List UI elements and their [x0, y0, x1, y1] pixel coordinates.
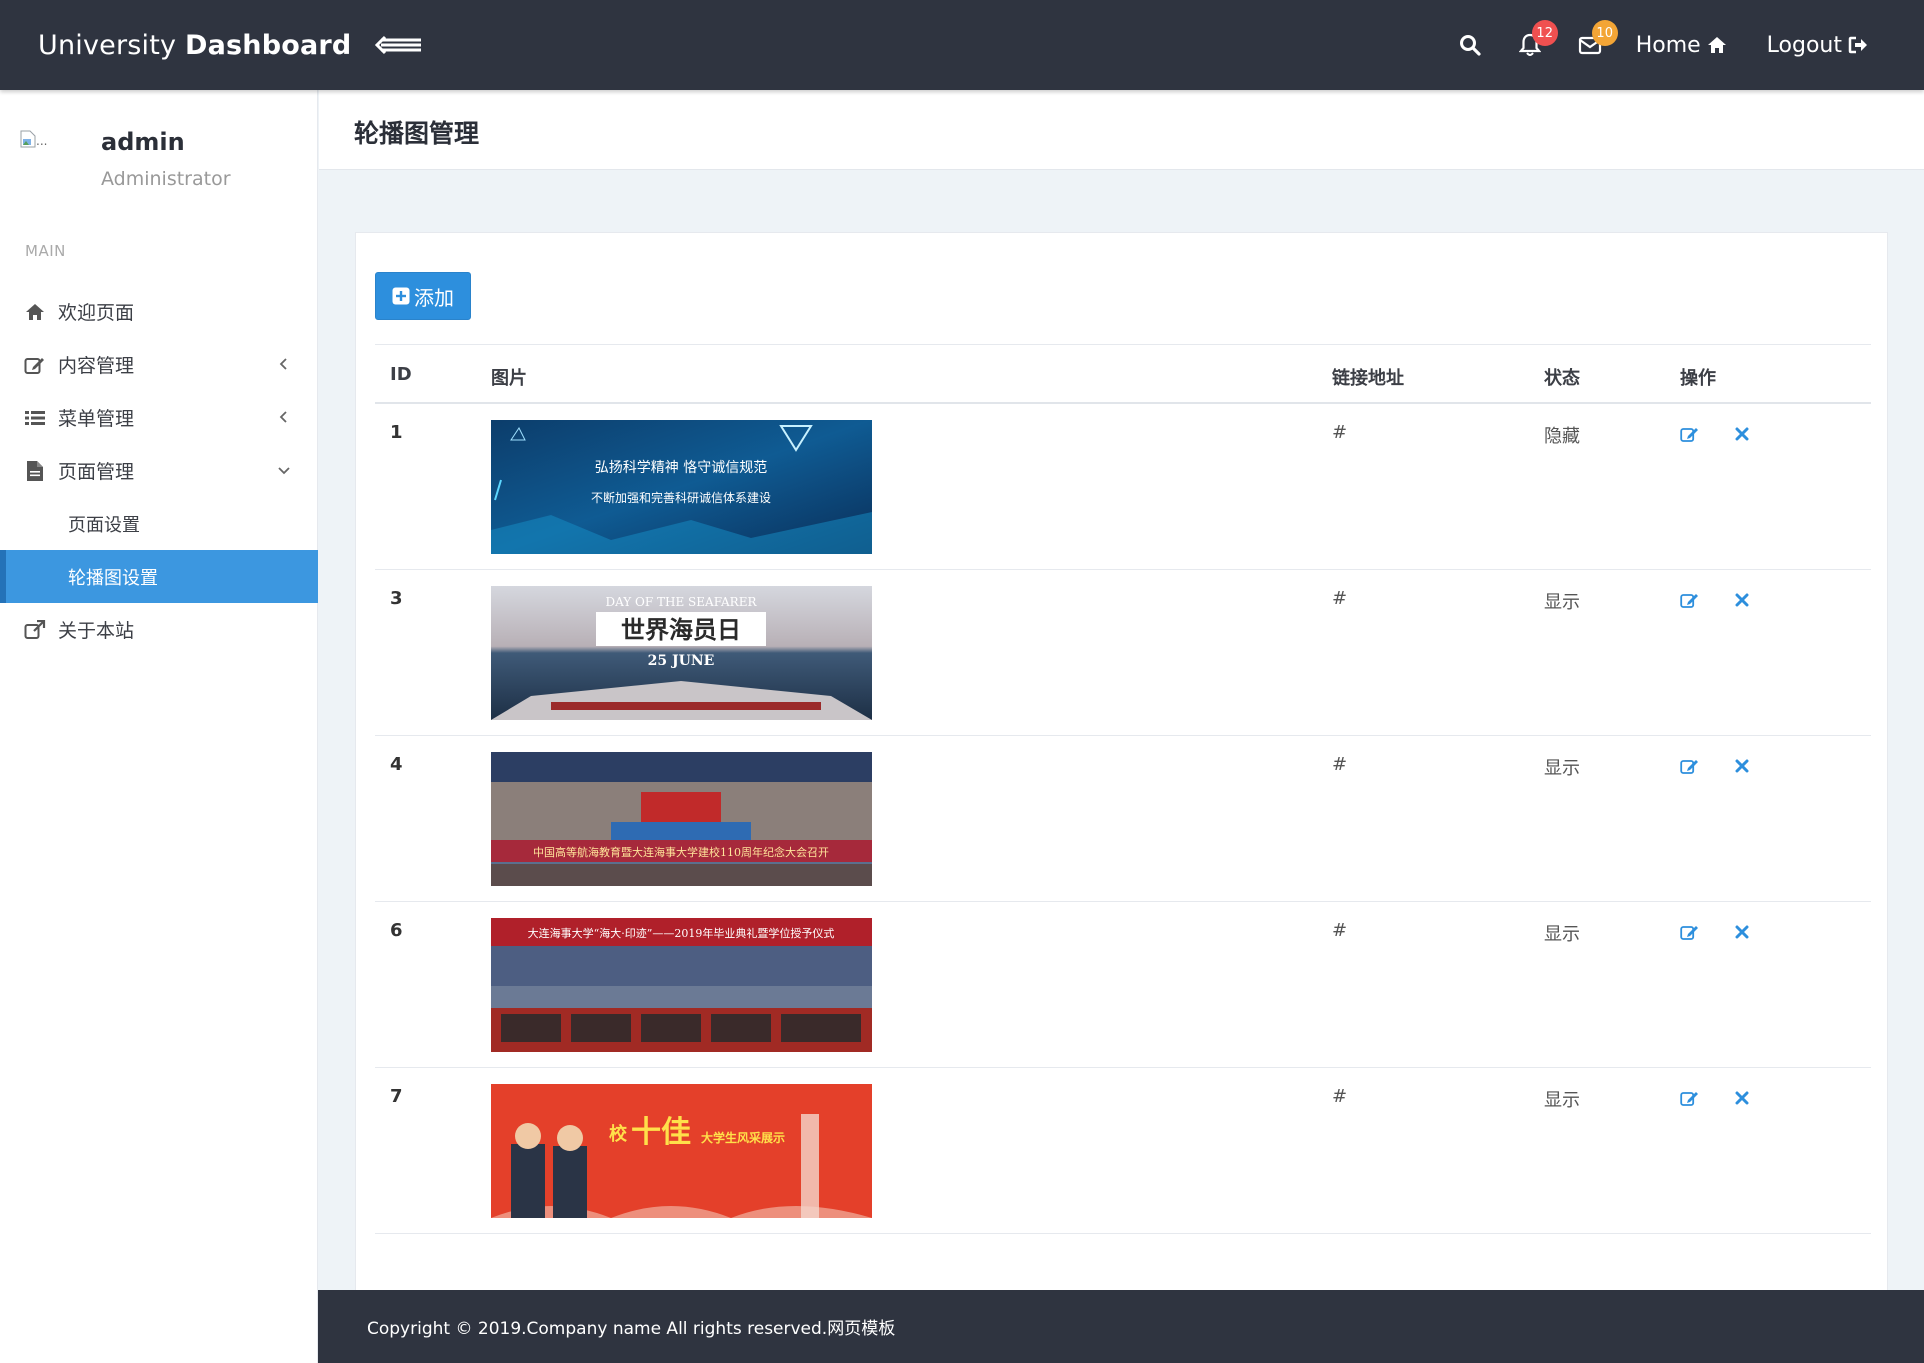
- row-id: 6: [390, 920, 403, 941]
- column-header-id: ID: [390, 364, 412, 385]
- external-link-icon: [24, 619, 46, 641]
- user-role: Administrator: [101, 168, 231, 190]
- edit-icon: [24, 354, 46, 376]
- row-id: 1: [390, 422, 403, 443]
- home-link[interactable]: Home: [1636, 33, 1727, 58]
- logout-link[interactable]: Logout: [1767, 33, 1868, 58]
- svg-text:大连海事大学“海大·印迹”——2019年毕业典礼暨学位授予仪: 大连海事大学“海大·印迹”——2019年毕业典礼暨学位授予仪式: [528, 926, 835, 940]
- sidebar-menu: 欢迎页面 内容管理 菜单管理 页面管理 页面设置 轮播图设置 关于本站: [0, 285, 318, 656]
- svg-text:十佳: 十佳: [631, 1115, 691, 1150]
- user-name: admin: [101, 128, 185, 156]
- sidebar-item-label: 轮播图设置: [68, 567, 158, 589]
- add-button[interactable]: 添加: [375, 272, 471, 320]
- column-header-image: 图片: [491, 368, 527, 389]
- home-icon: [24, 301, 46, 323]
- column-header-link: 链接地址: [1332, 368, 1404, 389]
- delete-icon[interactable]: [1732, 756, 1752, 776]
- row-status: 显示: [1544, 758, 1580, 779]
- chevron-left-icon: [279, 411, 287, 423]
- table-row: 7 校 十佳 大学生风采展示 # 显示: [375, 1068, 1871, 1234]
- sidebar-subitem-page-settings[interactable]: 页面设置: [0, 497, 318, 550]
- footer: Copyright © 2019.Company name All rights…: [318, 1290, 1924, 1363]
- sidebar-section-label: MAIN: [25, 242, 66, 260]
- row-link: #: [1332, 1086, 1348, 1107]
- notifications-bell-icon[interactable]: 12: [1506, 0, 1558, 90]
- messages-badge: 10: [1591, 20, 1618, 46]
- sidebar: ... admin Administrator MAIN 欢迎页面 内容管理 菜…: [0, 90, 318, 1363]
- chevron-down-icon: [278, 467, 290, 475]
- svg-text:DAY OF THE SEAFARER: DAY OF THE SEAFARER: [606, 595, 758, 609]
- sidebar-item-menu[interactable]: 菜单管理: [0, 391, 318, 444]
- row-status: 隐藏: [1544, 426, 1580, 447]
- table-row: 1 弘扬科学精神 恪守诚信规范 不断加强和完善科研诚信体系建设 # 隐藏: [375, 404, 1871, 570]
- sidebar-item-label: 菜单管理: [58, 408, 135, 430]
- edit-icon[interactable]: [1680, 756, 1700, 776]
- carousel-image: 弘扬科学精神 恪守诚信规范 不断加强和完善科研诚信体系建设: [491, 420, 872, 554]
- svg-text:不断加强和完善科研诚信体系建设: 不断加强和完善科研诚信体系建设: [591, 490, 771, 505]
- edit-icon[interactable]: [1680, 424, 1700, 444]
- delete-icon[interactable]: [1732, 590, 1752, 610]
- table-header: ID 图片 链接地址 状态 操作: [375, 344, 1871, 404]
- sidebar-item-about[interactable]: 关于本站: [0, 603, 318, 656]
- svg-text:世界海员日: 世界海员日: [621, 615, 741, 644]
- sidebar-item-label: 内容管理: [58, 355, 135, 377]
- delete-icon[interactable]: [1732, 1088, 1752, 1108]
- row-status: 显示: [1544, 592, 1580, 613]
- row-link: #: [1332, 754, 1348, 775]
- carousel-image: 中国高等航海教育暨大连海事大学建校110周年纪念大会召开: [491, 752, 872, 886]
- sidebar-toggle-icon[interactable]: [375, 33, 423, 57]
- messages-envelope-icon[interactable]: 10: [1566, 0, 1618, 90]
- sign-out-icon: [1848, 36, 1867, 54]
- brand-logo[interactable]: University Dashboard: [38, 30, 351, 61]
- top-navbar: University Dashboard 12 10 Home Logout: [0, 0, 1924, 90]
- carousel-image: 大连海事大学“海大·印迹”——2019年毕业典礼暨学位授予仪式: [491, 918, 872, 1052]
- sidebar-item-label: 关于本站: [58, 620, 135, 642]
- delete-icon[interactable]: [1732, 424, 1752, 444]
- table-row: 4 中国高等航海教育暨大连海事大学建校110周年纪念大会召开 # 显示: [375, 736, 1871, 902]
- row-link: #: [1332, 920, 1348, 941]
- search-icon[interactable]: [1446, 0, 1494, 90]
- sidebar-item-welcome[interactable]: 欢迎页面: [0, 285, 318, 338]
- row-status: 显示: [1544, 1090, 1580, 1111]
- row-link: #: [1332, 588, 1348, 609]
- carousel-image: DAY OF THE SEAFARER 世界海员日 25 JUNE: [491, 586, 872, 720]
- home-icon: [1707, 37, 1726, 53]
- carousel-image: 校 十佳 大学生风采展示: [491, 1084, 872, 1218]
- delete-icon[interactable]: [1732, 922, 1752, 942]
- content-card: 添加 ID 图片 链接地址 状态 操作 1 弘扬科学精神 恪守诚信规范 不断加强…: [355, 232, 1888, 1292]
- sidebar-subitem-carousel-settings[interactable]: 轮播图设置: [0, 550, 318, 603]
- row-id: 7: [390, 1086, 403, 1107]
- notifications-badge: 12: [1531, 20, 1558, 46]
- column-header-status: 状态: [1544, 368, 1580, 389]
- svg-text:25 JUNE: 25 JUNE: [648, 653, 715, 669]
- svg-text:校: 校: [609, 1123, 628, 1145]
- chevron-left-icon: [279, 358, 287, 370]
- edit-icon[interactable]: [1680, 922, 1700, 942]
- row-id: 4: [390, 754, 403, 775]
- row-link: #: [1332, 422, 1348, 443]
- table-row: 3 DAY OF THE SEAFARER 世界海员日 25 JUNE # 显示: [375, 570, 1871, 736]
- edit-icon[interactable]: [1680, 590, 1700, 610]
- svg-text:中国高等航海教育暨大连海事大学建校110周年纪念大会召开: 中国高等航海教育暨大连海事大学建校110周年纪念大会召开: [533, 845, 829, 859]
- sidebar-item-pages[interactable]: 页面管理: [0, 444, 318, 497]
- page-header: 轮播图管理: [319, 90, 1924, 170]
- svg-text:大学生风采展示: 大学生风采展示: [701, 1130, 785, 1145]
- sidebar-item-label: 欢迎页面: [58, 302, 135, 324]
- file-icon: [24, 460, 46, 482]
- edit-icon[interactable]: [1680, 1088, 1700, 1108]
- sidebar-item-content[interactable]: 内容管理: [0, 338, 318, 391]
- page-title: 轮播图管理: [354, 119, 480, 148]
- plus-square-icon: [392, 287, 410, 305]
- row-status: 显示: [1544, 924, 1580, 945]
- column-header-actions: 操作: [1680, 368, 1716, 389]
- sidebar-item-label: 页面设置: [68, 514, 140, 536]
- sidebar-item-label: 页面管理: [58, 461, 135, 483]
- user-avatar: ...: [20, 130, 52, 154]
- svg-text:弘扬科学精神 恪守诚信规范: 弘扬科学精神 恪守诚信规范: [595, 459, 767, 476]
- table-row: 6 大连海事大学“海大·印迹”——2019年毕业典礼暨学位授予仪式 # 显示: [375, 902, 1871, 1068]
- copyright-text: Copyright © 2019.Company name All rights…: [367, 1319, 896, 1339]
- row-id: 3: [390, 588, 403, 609]
- carousel-table: ID 图片 链接地址 状态 操作 1 弘扬科学精神 恪守诚信规范 不断加强和完善…: [375, 344, 1871, 1234]
- list-icon: [24, 407, 46, 429]
